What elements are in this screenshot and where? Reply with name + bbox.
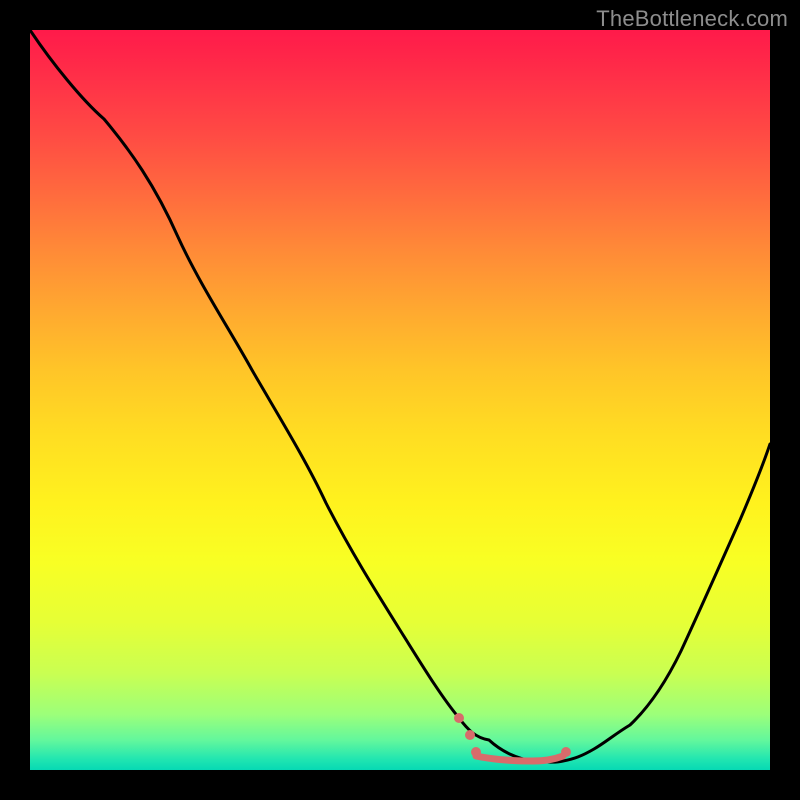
plot-area [30, 30, 770, 770]
marker-dot [561, 747, 571, 757]
marker-dot [471, 747, 481, 757]
curve-layer [30, 30, 770, 770]
marker-dot [465, 730, 475, 740]
bottleneck-curve [30, 30, 770, 762]
watermark-text: TheBottleneck.com [596, 6, 788, 32]
marker-dot [454, 713, 464, 723]
chart-frame: TheBottleneck.com [0, 0, 800, 800]
